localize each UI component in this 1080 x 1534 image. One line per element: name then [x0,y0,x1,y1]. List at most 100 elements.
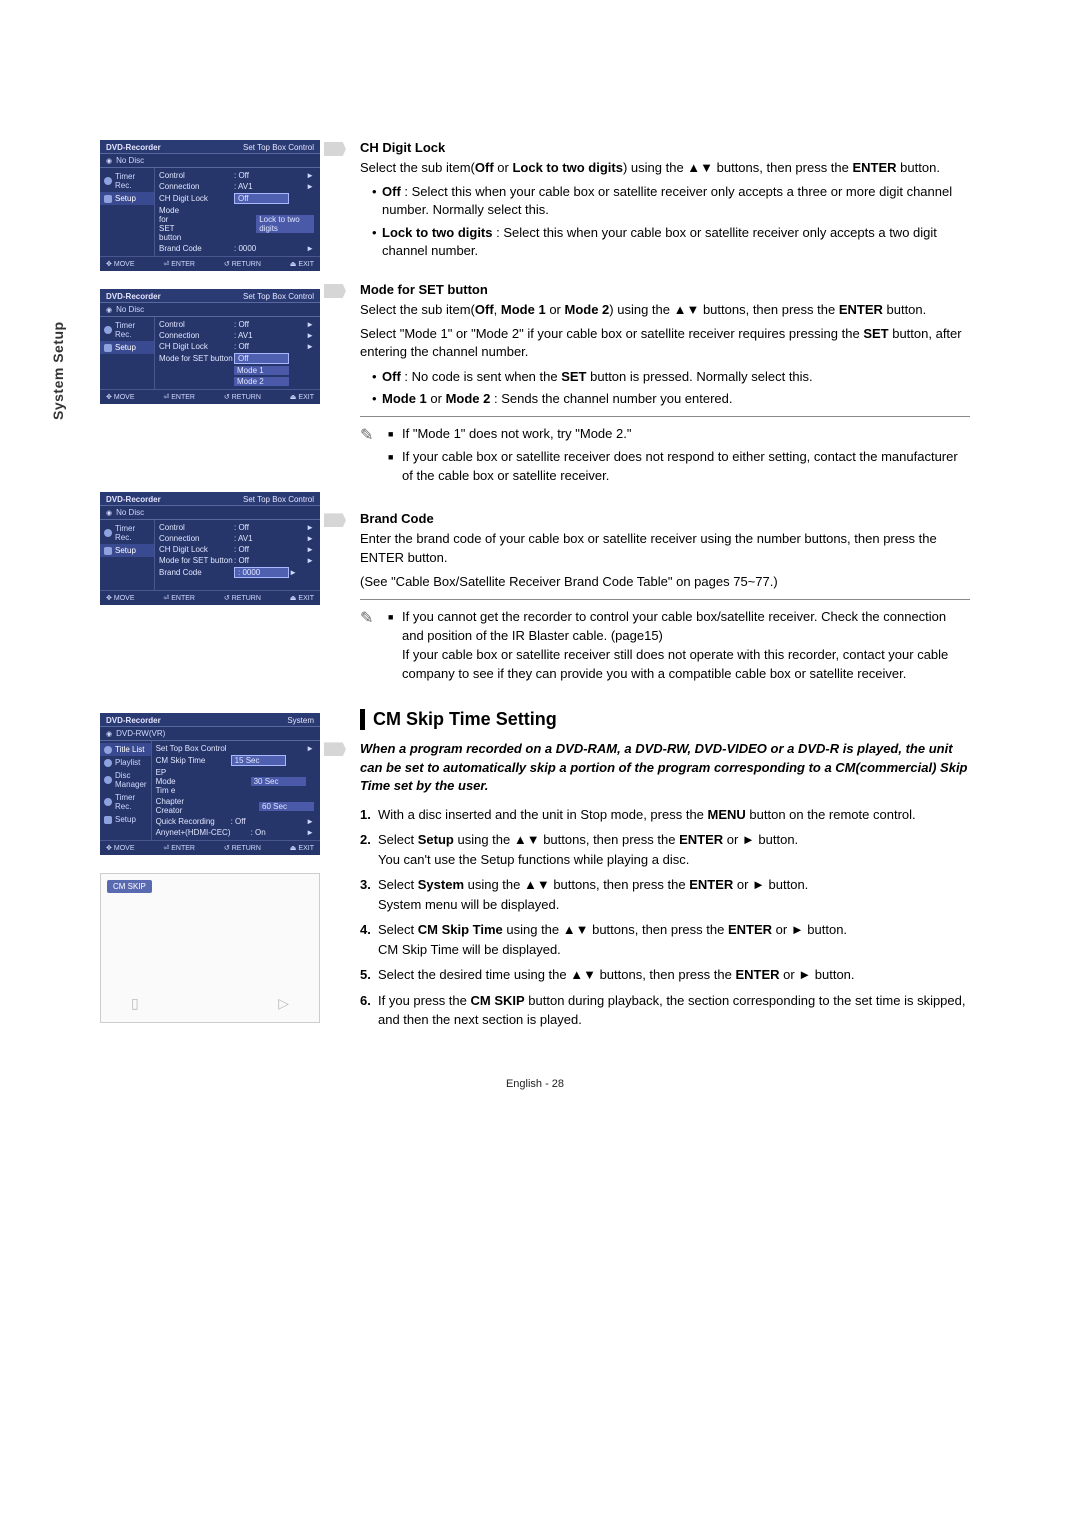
row-stb-control[interactable]: Set Top Box Control► [152,743,320,754]
nav-label: Timer Rec. [115,321,150,339]
row-anynet[interactable]: Anynet+(HDMI-CEC): On► [152,827,320,838]
row-control[interactable]: Control: Off► [155,522,320,533]
footer-exit: EXIT [290,260,314,268]
row-value: : AV1 [234,182,306,191]
paragraph: Select "Mode 1" or "Mode 2" if your cabl… [360,325,970,361]
osd-status: No Disc [100,303,320,317]
nav-timer-rec[interactable]: Timer Rec. [100,170,154,192]
footer-enter: ENTER [163,594,195,602]
row-brand-code[interactable]: Brand Code: 0000► [155,243,320,254]
section-heading: CM Skip Time Setting [360,709,970,730]
bullet: Off : No code is sent when the SET butto… [372,368,970,386]
footer-enter: ENTER [163,393,195,401]
row-quick-recording[interactable]: Quick Recording: Off► [152,816,320,827]
step: Select System using the ▲▼ buttons, then… [360,875,970,914]
osd-footer: MOVE ENTER RETURN EXIT [100,590,320,605]
row-mode-set[interactable]: Mode for SET buttonOff [155,352,320,365]
osd-subtitle: System [287,716,314,725]
chevron-right-icon: ► [306,182,314,191]
row-value: : 0000 [234,244,306,253]
clock-icon [104,177,112,185]
nav-title-list[interactable]: Title List [100,743,151,756]
clock-icon [104,326,112,334]
osd-panel-ch-digit-lock: DVD-Recorder Set Top Box Control No Disc… [100,140,320,271]
pointer-icon [324,513,346,527]
row-value: 60 Sec [259,802,314,811]
nav-timer-rec[interactable]: Timer Rec. [100,791,151,813]
row-value: : AV1 [234,331,306,340]
row-option[interactable]: EP Mode Tim e30 Sec [152,767,320,796]
row-value: Mode 1 [234,366,289,375]
osd-title: DVD-Recorder [106,716,161,725]
preview-box: CM SKIP ▯ ▷ [100,873,320,1023]
chevron-right-icon: ► [306,534,314,543]
section-mode-set: Mode for SET button Select the sub item(… [360,282,970,489]
row-option[interactable]: Mode 1 [155,365,320,376]
row-label: Mode for SET button [159,556,234,565]
nav-timer-rec[interactable]: Timer Rec. [100,522,154,544]
osd-subtitle: Set Top Box Control [243,143,314,152]
row-control[interactable]: Control: Off► [155,319,320,330]
footer-return: RETURN [224,260,261,268]
nav-label: Timer Rec. [115,172,150,190]
footer-exit: EXIT [290,594,314,602]
page-footer: English - 28 [100,1078,970,1090]
heading: Brand Code [360,511,970,526]
preview-tag: CM SKIP [107,880,152,893]
note-block: ✎ If you cannot get the recorder to cont… [360,599,970,687]
nav-setup[interactable]: Setup [100,813,151,826]
nav-label: Disc Manager [115,771,147,789]
step: Select CM Skip Time using the ▲▼ buttons… [360,920,970,959]
footer-move: MOVE [106,594,135,602]
row-label: Chapter Creator [156,797,184,815]
row-label: Connection [159,534,234,543]
nav-setup[interactable]: Setup [100,341,154,354]
row-value: : Off [234,556,306,565]
osd-status: DVD-RW(VR) [100,727,320,741]
footer-exit: EXIT [290,844,314,852]
nav-timer-rec[interactable]: Timer Rec. [100,319,154,341]
row-ch-digit-lock[interactable]: CH Digit Lock: Off► [155,544,320,555]
row-ch-digit-lock[interactable]: CH Digit LockOff [155,192,320,205]
row-label: Brand Code [159,568,234,577]
row-value: : Off [234,320,306,329]
row-connection[interactable]: Connection: AV1► [155,533,320,544]
nav-setup[interactable]: Setup [100,192,154,205]
row-mode-set[interactable]: Mode for SET button: Off► [155,555,320,566]
heading: CH Digit Lock [360,140,970,155]
osd-footer: MOVE ENTER RETURN EXIT [100,840,320,855]
row-option[interactable]: Mode for SET buttonLock to two digits [155,205,320,243]
osd-panel-brand-code: DVD-Recorder Set Top Box Control No Disc… [100,492,320,605]
osd-footer: MOVE ENTER RETURN EXIT [100,256,320,271]
note-block: ✎ If "Mode 1" does not work, try "Mode 2… [360,416,970,490]
row-control[interactable]: Control: Off► [155,170,320,181]
row-label: CH Digit Lock [159,194,234,203]
row-option[interactable]: Chapter Creator 60 Sec [152,796,320,816]
footer-return: RETURN [224,844,261,852]
nav-playlist[interactable]: Playlist [100,756,151,769]
row-connection[interactable]: Connection: AV1► [155,330,320,341]
gear-icon [104,547,112,555]
row-value: : 0000 [234,567,289,578]
osd-subtitle: Set Top Box Control [243,495,314,504]
osd-status: No Disc [100,154,320,168]
next-icon: ▷ [278,995,289,1012]
row-ch-digit-lock[interactable]: CH Digit Lock: Off► [155,341,320,352]
section-cm-skip: When a program recorded on a DVD-RAM, a … [360,740,970,1030]
nav-label: Setup [115,546,136,555]
row-option[interactable]: Mode 2 [155,376,320,387]
row-connection[interactable]: Connection: AV1► [155,181,320,192]
left-column: DVD-Recorder Set Top Box Control No Disc… [100,140,320,1052]
nav-label: Setup [115,815,136,824]
nav-label: Timer Rec. [115,524,150,542]
nav-setup[interactable]: Setup [100,544,154,557]
row-cm-skip-time[interactable]: CM Skip Time15 Sec [152,754,320,767]
chevron-right-icon: ► [306,556,314,565]
pointer-icon [324,142,346,156]
section-ch-digit-lock: CH Digit Lock Select the sub item(Off or… [360,140,970,260]
gear-icon [104,195,112,203]
row-value: : Off [231,817,306,826]
row-brand-code[interactable]: Brand Code: 0000► [155,566,320,579]
nav-disc-manager[interactable]: Disc Manager [100,769,151,791]
row-value: : On [251,828,306,837]
